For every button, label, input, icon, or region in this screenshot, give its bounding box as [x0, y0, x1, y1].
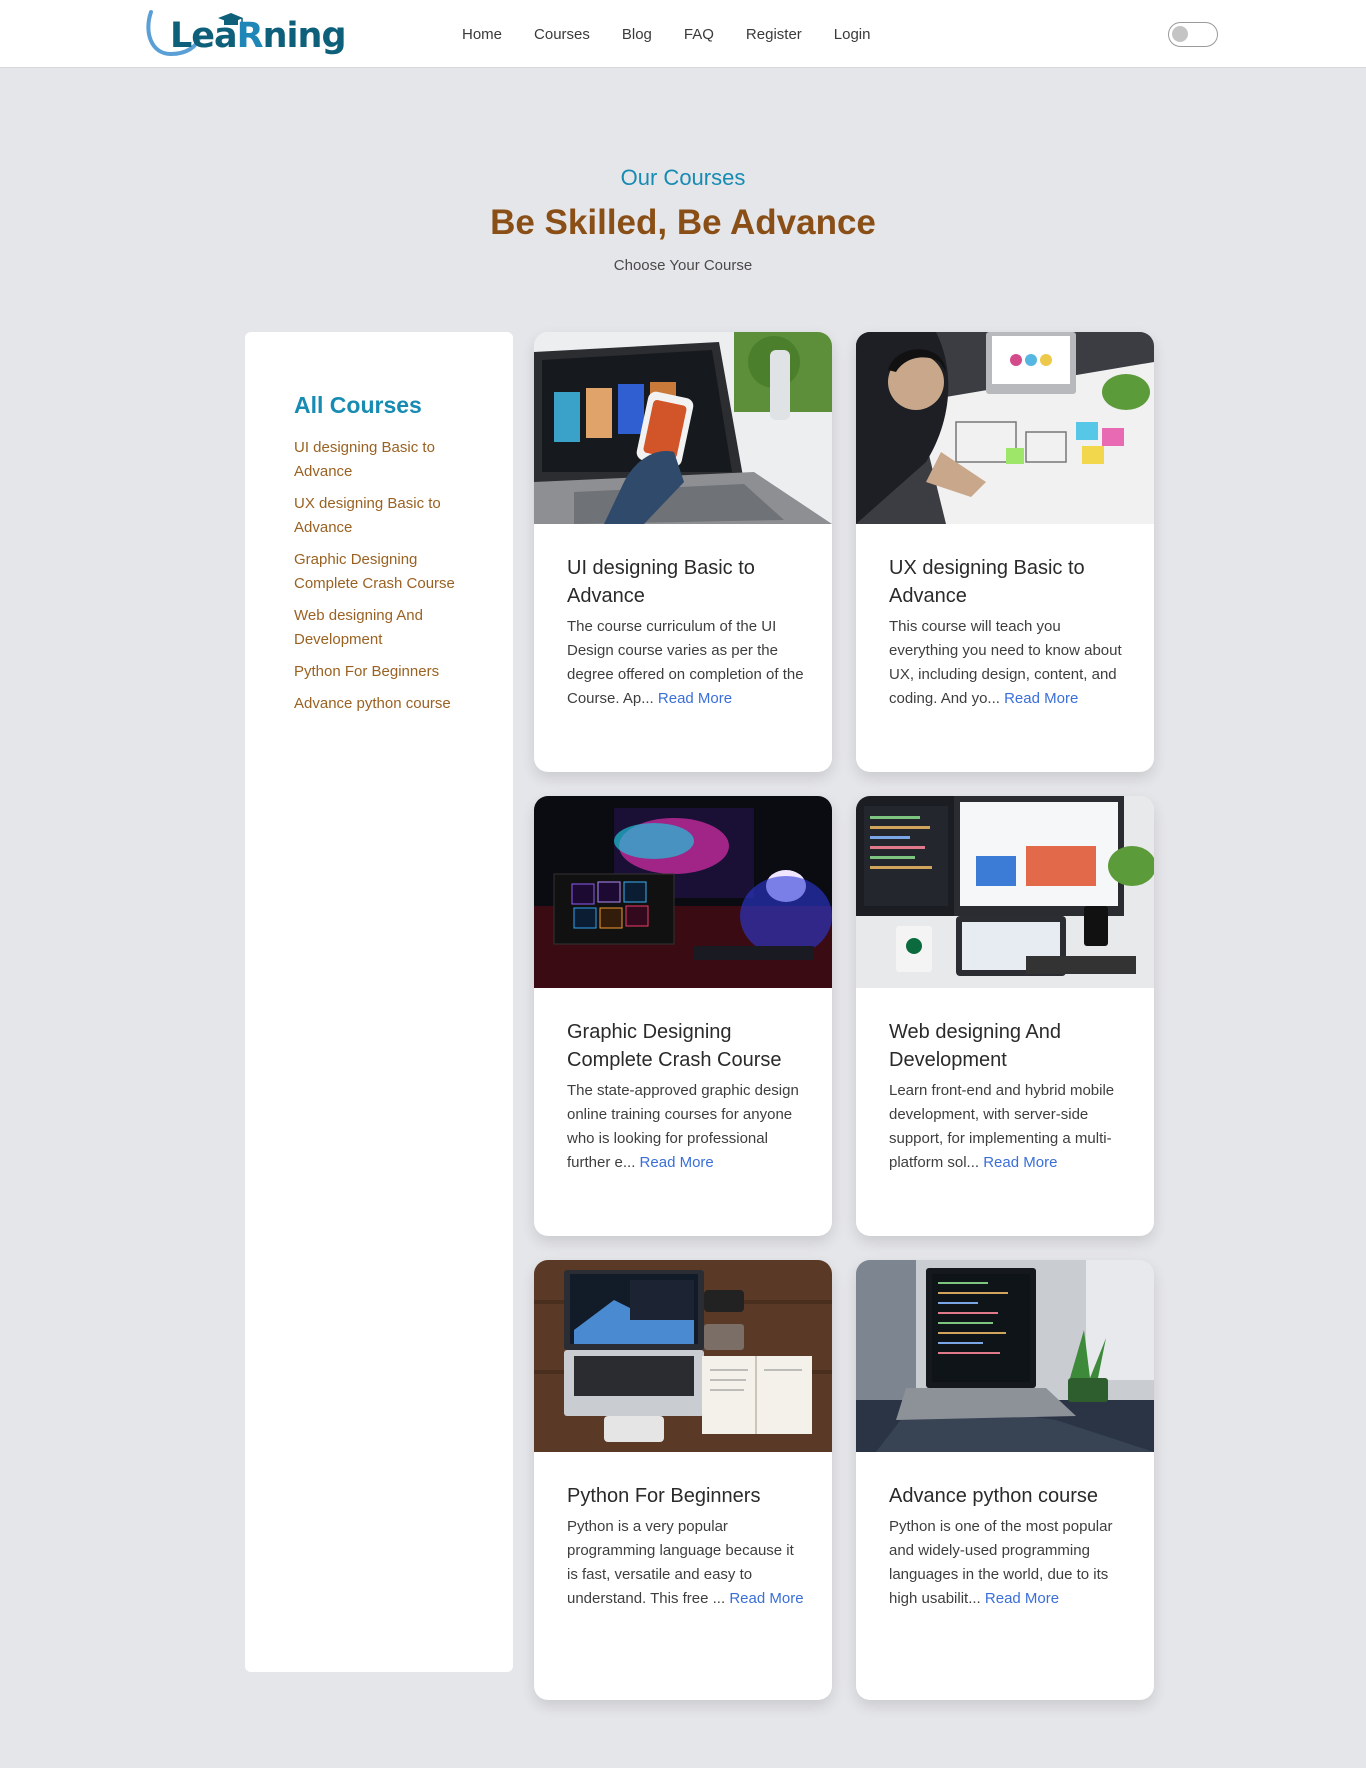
courses-section-heading: Our Courses Be Skilled, Be Advance Choos… — [0, 165, 1366, 274]
course-image-adobe-apps — [534, 796, 832, 988]
course-card[interactable]: Web designing And Development Learn fron… — [856, 796, 1154, 1236]
all-courses-sidebar: All Courses UI designing Basic to Advanc… — [245, 332, 513, 1672]
read-more-link[interactable]: Read More — [1004, 690, 1078, 707]
sidebar-item-graphic-designing[interactable]: Graphic Designing Complete Crash Course — [294, 548, 474, 596]
sidebar-item-python-beginners[interactable]: Python For Beginners — [294, 660, 474, 684]
course-description: Learn front-end and hybrid mobile develo… — [889, 1079, 1129, 1175]
nav-courses-link[interactable]: Courses — [534, 26, 590, 43]
sidebar-item-advance-python[interactable]: Advance python course — [294, 692, 474, 716]
course-description: Python is one of the most popular and wi… — [889, 1515, 1129, 1611]
sidebar-title: All Courses — [294, 392, 422, 418]
course-image-web-dev-workstation — [856, 796, 1154, 988]
course-image-laptop-notebook — [534, 1260, 832, 1452]
course-title: UX designing Basic to Advance — [889, 557, 1085, 607]
sidebar-item-ui-designing[interactable]: UI designing Basic to Advance — [294, 436, 474, 484]
course-title: UI designing Basic to Advance — [567, 557, 755, 607]
nav-faq-link[interactable]: FAQ — [684, 26, 714, 43]
sidebar-item-web-designing[interactable]: Web designing And Development — [294, 604, 474, 652]
top-navbar: LeaRning Home Courses Blog FAQ Register … — [0, 0, 1366, 68]
logo-wordmark: LeaRning — [170, 16, 347, 56]
course-card[interactable]: UI designing Basic to Advance The course… — [534, 332, 832, 772]
course-description: The state-approved graphic design online… — [567, 1079, 807, 1175]
course-image-ux-wireframe — [856, 332, 1154, 524]
site-logo[interactable]: LeaRning — [143, 8, 347, 60]
course-card[interactable]: Advance python course Python is one of t… — [856, 1260, 1154, 1700]
sidebar-item-ux-designing[interactable]: UX designing Basic to Advance — [294, 492, 474, 540]
toggle-knob — [1172, 26, 1188, 42]
read-more-link[interactable]: Read More — [985, 1590, 1059, 1607]
course-title: Web designing And Development — [889, 1021, 1061, 1071]
course-card[interactable]: UX designing Basic to Advance This cours… — [856, 332, 1154, 772]
course-description: Python is a very popular programming lan… — [567, 1515, 807, 1611]
course-title: Advance python course — [889, 1485, 1099, 1507]
course-card[interactable]: Python For Beginners Python is a very po… — [534, 1260, 832, 1700]
section-title: Be Skilled, Be Advance — [490, 203, 876, 242]
nav-register-link[interactable]: Register — [746, 26, 802, 43]
read-more-link[interactable]: Read More — [729, 1590, 803, 1607]
read-more-link[interactable]: Read More — [658, 690, 732, 707]
theme-toggle[interactable] — [1168, 22, 1218, 47]
course-description: The course curriculum of the UI Design c… — [567, 615, 807, 711]
nav-home-link[interactable]: Home — [462, 26, 502, 43]
course-title: Graphic Designing Complete Crash Course — [567, 1021, 782, 1071]
nav-login-link[interactable]: Login — [834, 26, 871, 43]
section-eyebrow: Our Courses — [620, 165, 746, 190]
course-card[interactable]: Graphic Designing Complete Crash Course … — [534, 796, 832, 1236]
course-image-laptop-code — [856, 1260, 1154, 1452]
course-title: Python For Beginners — [567, 1485, 761, 1507]
course-description: This course will teach you everything yo… — [889, 615, 1129, 711]
read-more-link[interactable]: Read More — [640, 1154, 714, 1171]
main-nav: Home Courses Blog FAQ Register Login — [462, 0, 902, 68]
section-subtitle: Choose Your Course — [613, 257, 753, 274]
course-image-laptop-phone-ui — [534, 332, 832, 524]
sidebar-course-list: UI designing Basic to Advance UX designi… — [294, 436, 474, 724]
read-more-link[interactable]: Read More — [983, 1154, 1057, 1171]
nav-blog-link[interactable]: Blog — [622, 26, 652, 43]
